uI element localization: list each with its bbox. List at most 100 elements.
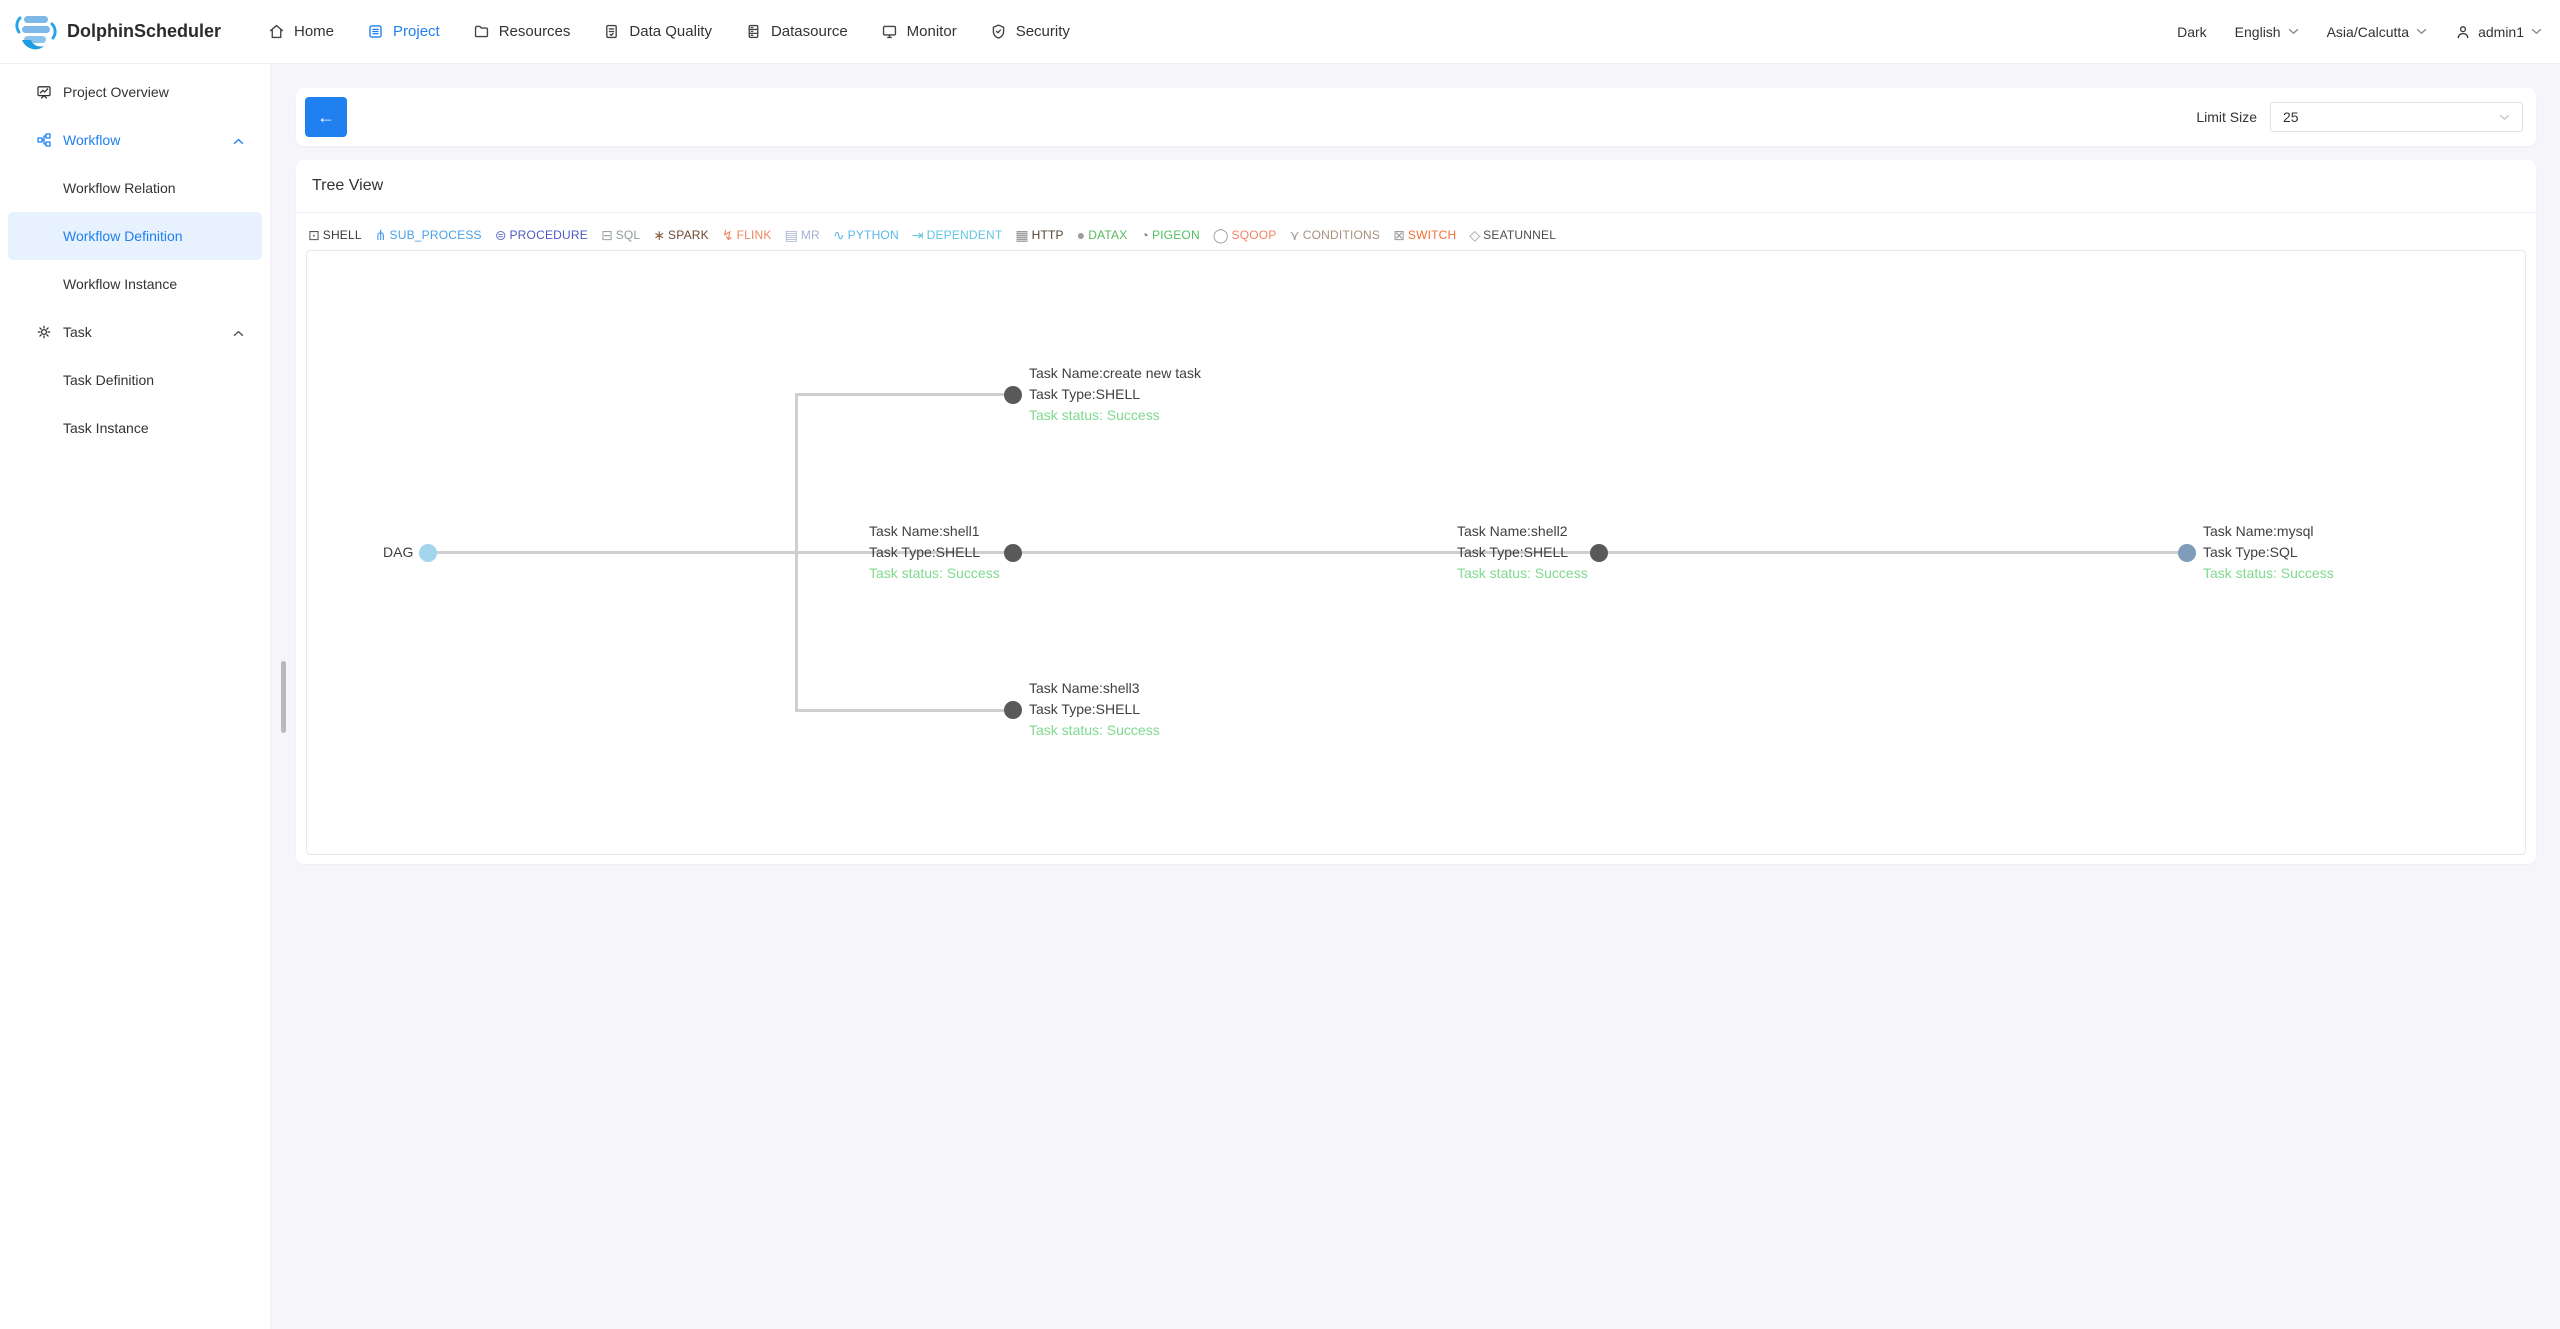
tree-node-shell1[interactable]	[1004, 544, 1022, 562]
switch-task-icon: ⊠	[1393, 226, 1405, 243]
datax-task-icon: ●	[1076, 226, 1086, 243]
user-menu[interactable]: admin1	[2455, 24, 2542, 40]
legend-item-switch: ⊠ SWITCH	[1393, 226, 1457, 243]
sidebar-item-workflow-relation[interactable]: Workflow Relation	[8, 164, 262, 212]
dolphinscheduler-logo[interactable]: DolphinScheduler	[0, 12, 230, 52]
home-icon	[269, 24, 284, 39]
gear-icon	[36, 324, 54, 340]
node-label-shell3: Task Name:shell3 Task Type:SHELL Task st…	[1029, 680, 1160, 738]
database-icon	[748, 24, 759, 39]
legend-item-python: ∿ PYTHON	[832, 226, 899, 243]
legend-item-sql: ⊟ SQL	[600, 226, 641, 243]
limit-size-select[interactable]: 25	[2270, 102, 2523, 132]
sidebar-item-workflow-definition[interactable]: Workflow Definition	[8, 212, 262, 260]
node-label-shell2: Task Name:shell2 Task Type:SHELL Task st…	[1457, 523, 1588, 581]
monitor-icon	[882, 25, 896, 39]
tree-view-card: Tree View ⊡ SHELL ⋔ SUB_PROCESS ⊜ PROCEDURE…	[296, 160, 2536, 864]
toolbar-card: ← Limit Size 25	[296, 88, 2536, 146]
sidebar-item-project-overview[interactable]: Project Overview	[8, 68, 262, 116]
procedure-task-icon: ⊜	[494, 226, 507, 243]
tree-edge	[795, 393, 798, 712]
theme-toggle-button[interactable]: Dark	[2177, 24, 2207, 40]
spark-task-icon: ∗	[653, 226, 666, 243]
legend-item-mr: ▤ MR	[784, 226, 820, 243]
nav-item-resources[interactable]: Resources	[473, 0, 570, 64]
pigeon-task-icon: ◔	[1140, 226, 1149, 243]
flink-task-icon: ↯	[721, 226, 734, 243]
nav-item-security[interactable]: Security	[990, 0, 1070, 64]
top-navbar: DolphinScheduler Home Project Resources …	[0, 0, 2560, 64]
sqoop-task-icon: ◯	[1212, 226, 1229, 243]
main-content: ← Limit Size 25 Tree View ⊡ SHELL ⋔ SUB_PR…	[271, 64, 2560, 1329]
mr-task-icon: ▤	[784, 226, 798, 243]
project-icon	[369, 25, 382, 38]
legend-item-http: ▦ HTTP	[1015, 226, 1064, 243]
shell-task-icon: ⊡	[308, 226, 320, 243]
legend-item-procedure: ⊜ PROCEDURE	[494, 226, 588, 243]
security-shield-icon	[992, 24, 1004, 39]
page-title: Tree View	[312, 177, 384, 194]
tree-node-shell2[interactable]	[1590, 544, 1608, 562]
dag-root-label: DAG	[383, 544, 414, 560]
sidebar-item-workflow-instance[interactable]: Workflow Instance	[8, 260, 262, 308]
timezone-select[interactable]: Asia/Calcutta	[2327, 24, 2427, 40]
scrollbar-thumb[interactable]	[281, 661, 286, 733]
tree-chart-canvas: DAG Task Name:create new task Task Type:…	[306, 250, 2526, 855]
chevron-down-icon	[2288, 28, 2298, 34]
node-label-create-new-task: Task Name:create new task Task Type:SHEL…	[1029, 365, 1201, 423]
tree-edge	[428, 551, 2187, 554]
nav-item-home[interactable]: Home	[268, 0, 334, 64]
nav-item-datasource[interactable]: Datasource	[745, 0, 848, 64]
sidebar: Project Overview Workflow Workflow Relat…	[0, 64, 271, 1329]
chevron-up-icon	[233, 132, 244, 148]
sidebar-item-task-instance[interactable]: Task Instance	[8, 404, 262, 452]
dolphin-logo-icon	[15, 15, 57, 49]
legend-item-sqoop: ◯ SQOOP	[1212, 226, 1277, 243]
legend-item-datax: ● DATAX	[1076, 226, 1128, 243]
http-task-icon: ▦	[1015, 226, 1029, 243]
data-quality-icon	[606, 24, 618, 39]
back-arrow-icon: ←	[317, 106, 335, 127]
python-task-icon: ∿	[832, 226, 845, 243]
project-overview-icon	[36, 84, 54, 100]
chevron-up-icon	[233, 324, 244, 340]
tree-node-mysql[interactable]	[2178, 544, 2196, 562]
sql-task-icon: ⊟	[600, 226, 613, 243]
limit-size-control: Limit Size 25	[2196, 102, 2523, 132]
legend-item-conditions: ⋎ CONDITIONS	[1289, 226, 1381, 243]
sidebar-item-workflow[interactable]: Workflow	[8, 116, 262, 164]
node-label-mysql: Task Name:mysql Task Type:SQL Task statu…	[2203, 523, 2334, 581]
main-menu: Home Project Resources Data Quality Data…	[268, 0, 1070, 64]
sidebar-item-task-definition[interactable]: Task Definition	[8, 356, 262, 404]
tree-edge	[795, 709, 1014, 712]
dependent-task-icon: ⇥	[911, 226, 924, 243]
navbar-right: Dark English Asia/Calcutta admin1	[2177, 24, 2560, 40]
chevron-down-icon	[2416, 28, 2427, 34]
legend-item-shell: ⊡ SHELL	[308, 226, 362, 243]
dag-root-circle[interactable]	[419, 544, 437, 562]
chevron-down-icon	[2531, 28, 2542, 34]
nav-item-data-quality[interactable]: Data Quality	[603, 0, 712, 64]
tree-edge	[795, 393, 1014, 396]
nav-item-monitor[interactable]: Monitor	[881, 0, 957, 64]
sidebar-item-task[interactable]: Task	[8, 308, 262, 356]
tree-node-create-new-task[interactable]	[1004, 386, 1022, 404]
conditions-task-icon: ⋎	[1289, 226, 1300, 243]
back-button[interactable]: ←	[305, 97, 347, 137]
user-icon	[2457, 25, 2469, 38]
legend-item-dependent: ⇥ DEPENDENT	[911, 226, 1003, 243]
sub-process-task-icon: ⋔	[374, 226, 387, 243]
chevron-down-icon	[2499, 114, 2510, 120]
tree-node-shell3[interactable]	[1004, 701, 1022, 719]
limit-size-value: 25	[2283, 109, 2299, 125]
folder-icon	[474, 25, 488, 38]
language-select[interactable]: English	[2235, 24, 2299, 40]
task-type-legend: ⊡ SHELL ⋔ SUB_PROCESS ⊜ PROCEDURE ⊟ SQL ∗ SPA…	[296, 213, 2536, 250]
seatunnel-task-icon: ◇	[1469, 226, 1481, 243]
brand-name: DolphinScheduler	[67, 21, 222, 41]
legend-item-pigeon: ◔ PIGEON	[1140, 226, 1200, 243]
legend-item-sub-process: ⋔ SUB_PROCESS	[374, 226, 482, 243]
workflow-icon	[36, 132, 54, 148]
nav-item-project[interactable]: Project	[367, 0, 440, 64]
node-label-shell1: Task Name:shell1 Task Type:SHELL Task st…	[869, 523, 1000, 581]
